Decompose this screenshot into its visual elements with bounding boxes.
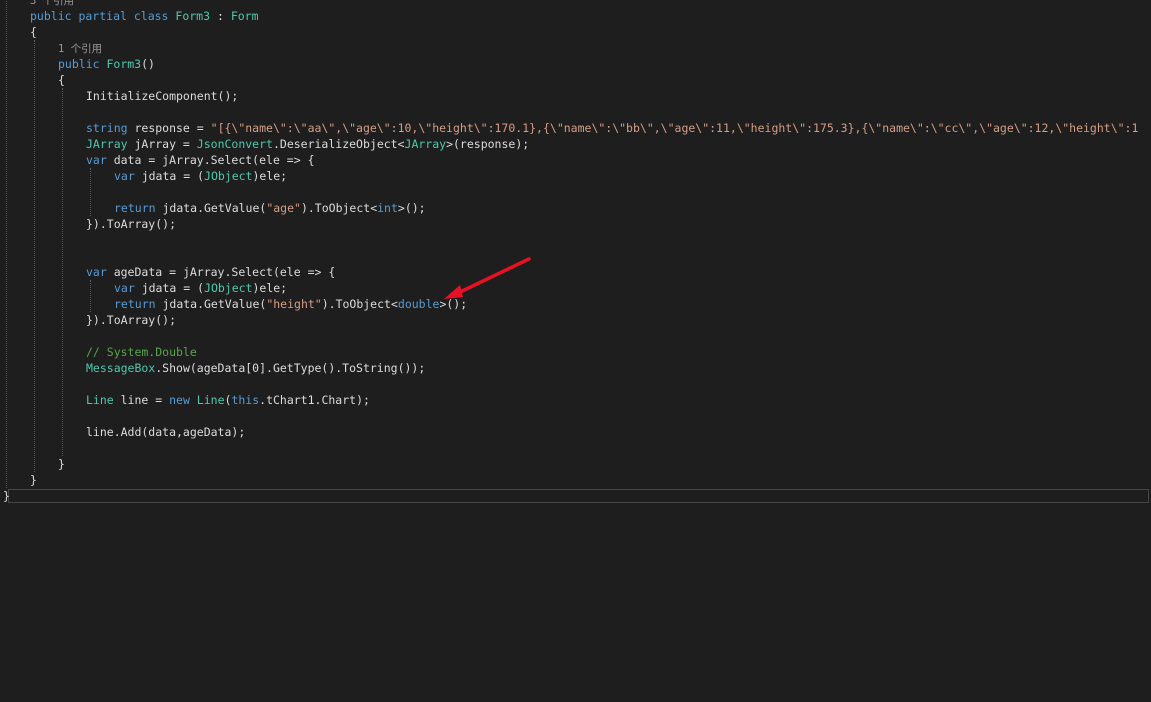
code-token: this	[231, 393, 260, 407]
code-token: }).ToArray();	[86, 217, 177, 231]
code-token: line.Add(data,ageData);	[86, 425, 246, 439]
code-token: Form3	[175, 9, 211, 23]
code-token: JArray	[404, 137, 447, 151]
code-token: int	[377, 201, 398, 215]
code-line[interactable]	[0, 328, 1151, 344]
code-line[interactable]: }	[0, 456, 1151, 472]
code-token: return	[114, 201, 163, 215]
code-line[interactable]: string response = "[{\"name\":\"aa\",\"a…	[0, 120, 1151, 136]
code-token: ageData = jArray.Select(ele => {	[113, 265, 336, 279]
code-token: jdata = (	[141, 281, 205, 295]
code-line[interactable]: JArray jArray = JsonConvert.DeserializeO…	[0, 136, 1151, 152]
code-line[interactable]: public partial class Form3 : Form	[0, 8, 1151, 24]
code-token: jdata.GetValue(	[162, 297, 267, 311]
code-line[interactable]: 3 个引用	[0, 0, 1151, 8]
code-line[interactable]: var ageData = jArray.Select(ele => {	[0, 264, 1151, 280]
code-token: Line	[196, 393, 225, 407]
code-token: ).ToObject<	[300, 201, 378, 215]
code-line[interactable]	[0, 440, 1151, 456]
code-token: line =	[113, 393, 170, 407]
code-line[interactable]: var jdata = (JObject)ele;	[0, 280, 1151, 296]
code-token: {	[30, 25, 37, 39]
code-line[interactable]: return jdata.GetValue("height").ToObject…	[0, 296, 1151, 312]
code-line[interactable]	[0, 184, 1151, 200]
code-editor[interactable]: 3 个引用 public partial class Form3 : Form{1…	[0, 0, 1151, 702]
code-token: "age"	[266, 201, 301, 215]
code-line[interactable]: }).ToArray();	[0, 312, 1151, 328]
code-token: .DeserializeObject<	[272, 137, 405, 151]
code-token: var	[114, 281, 142, 295]
code-token: Line	[86, 393, 114, 407]
code-token: var	[114, 169, 142, 183]
code-token: MessageBox	[86, 361, 156, 375]
code-token: }	[58, 457, 65, 471]
code-line[interactable]	[0, 376, 1151, 392]
code-token: )ele;	[252, 281, 288, 295]
code-line[interactable]: }	[0, 472, 1151, 488]
code-token: )ele;	[252, 169, 288, 183]
code-line[interactable]	[0, 408, 1151, 424]
code-token: }).ToArray();	[86, 313, 177, 327]
code-token: ).ToObject<	[321, 297, 398, 311]
code-token: >(response);	[446, 137, 530, 151]
code-line[interactable]: Line line = new Line(this.tChart1.Chart)…	[0, 392, 1151, 408]
code-line[interactable]: line.Add(data,ageData);	[0, 424, 1151, 440]
code-token: jArray =	[127, 137, 197, 151]
code-line[interactable]: 1 个引用	[0, 40, 1151, 56]
code-token: Form3	[106, 57, 142, 71]
codelens-reference-count[interactable]: 3 个引用	[30, 0, 74, 7]
code-line[interactable]: {	[0, 24, 1151, 40]
code-line[interactable]: var data = jArray.Select(ele => {	[0, 152, 1151, 168]
code-token: JsonConvert	[196, 137, 273, 151]
red-arrow-icon	[444, 257, 531, 299]
code-token: JArray	[86, 137, 128, 151]
code-token: new	[169, 393, 197, 407]
code-token: var	[86, 265, 114, 279]
code-token: InitializeComponent();	[86, 89, 239, 103]
code-token: // System.Double	[86, 345, 197, 359]
code-token: {	[58, 73, 65, 87]
code-token: var	[86, 153, 114, 167]
code-line[interactable]: // System.Double	[0, 344, 1151, 360]
code-token: Form	[230, 9, 259, 23]
code-line[interactable]: return jdata.GetValue("age").ToObject<in…	[0, 200, 1151, 216]
code-line[interactable]: public Form3()	[0, 56, 1151, 72]
code-line[interactable]	[0, 248, 1151, 264]
code-token: JObject	[204, 281, 253, 295]
code-token: "[{\"name\":\"aa\",\"age\":10,\"height\"…	[210, 121, 1139, 135]
code-line[interactable]: var jdata = (JObject)ele;	[0, 168, 1151, 184]
code-token: jdata = (	[141, 169, 205, 183]
code-token: jdata.GetValue(	[162, 201, 267, 215]
code-token: string	[86, 121, 135, 135]
code-token: }	[30, 473, 37, 487]
code-line[interactable]: }).ToArray();	[0, 216, 1151, 232]
code-token: response =	[134, 121, 211, 135]
code-token: }	[3, 489, 10, 503]
code-token: "height"	[266, 297, 322, 311]
code-token: JObject	[204, 169, 253, 183]
code-token: :	[210, 9, 231, 23]
code-line[interactable]	[0, 232, 1151, 248]
code-token: ()	[141, 57, 155, 71]
code-token: .tChart1.Chart);	[259, 393, 370, 407]
code-line[interactable]: {	[0, 72, 1151, 88]
code-line[interactable]: }	[0, 488, 1151, 504]
code-line[interactable]: InitializeComponent();	[0, 88, 1151, 104]
code-line[interactable]	[0, 104, 1151, 120]
code-token: .Show(ageData[0].GetType().ToString());	[155, 361, 426, 375]
code-token: public partial class	[30, 9, 176, 23]
code-line[interactable]: MessageBox.Show(ageData[0].GetType().ToS…	[0, 360, 1151, 376]
codelens-reference-count[interactable]: 1 个引用	[58, 43, 102, 55]
code-token: public	[58, 57, 107, 71]
code-token: return	[114, 297, 163, 311]
code-token: double	[397, 297, 440, 311]
code-token: >();	[397, 201, 426, 215]
code-token: data = jArray.Select(ele => {	[113, 153, 315, 167]
